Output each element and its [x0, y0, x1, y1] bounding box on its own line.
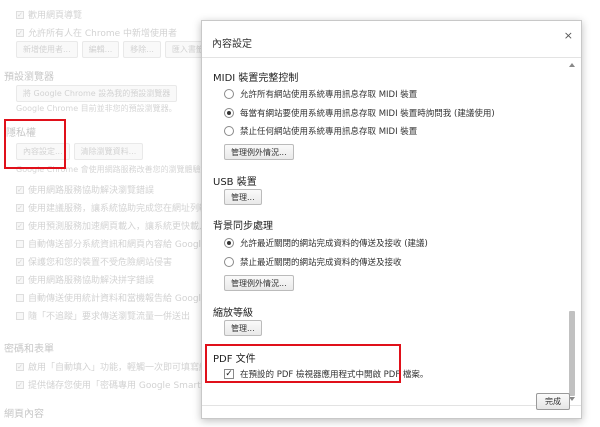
background-sync-option-block[interactable]: 禁止最近關閉的網站完成資料的傳送及接收 — [224, 256, 402, 268]
done-button[interactable]: 完成 — [536, 393, 570, 410]
background-sync-heading: 背景同步處理 — [213, 221, 273, 232]
midi-option-block[interactable]: 禁止任何網站使用系統專用訊息存取 MIDI 裝置 — [224, 125, 417, 137]
background-sync-manage-exceptions-button[interactable]: 管理例外情況... — [224, 275, 294, 291]
radio-button[interactable] — [224, 89, 234, 99]
background-sync-option-allow[interactable]: 允許最近關閉的網站完成資料的傳送及接收 (建議) — [224, 237, 428, 249]
divider — [202, 57, 581, 58]
highlight-box-privacy — [4, 119, 66, 169]
radio-button-selected[interactable] — [224, 238, 234, 248]
midi-option-ask[interactable]: 每當有網站要使用系統專用訊息存取 MIDI 裝置時詢問我 (建議使用) — [224, 107, 495, 119]
zoom-manage-button[interactable]: 管理... — [224, 320, 262, 336]
radio-button[interactable] — [224, 257, 234, 267]
radio-button[interactable] — [224, 126, 234, 136]
midi-manage-exceptions-button[interactable]: 管理例外情況... — [224, 144, 294, 160]
scroll-up-icon[interactable] — [569, 63, 575, 67]
usb-manage-button[interactable]: 管理... — [224, 189, 262, 205]
scrollbar-thumb[interactable] — [569, 311, 575, 396]
dialog-title: 內容設定 — [212, 39, 252, 50]
zoom-heading: 縮放等級 — [213, 308, 253, 319]
radio-button-selected[interactable] — [224, 108, 234, 118]
midi-option-allow[interactable]: 允許所有網站使用系統專用訊息存取 MIDI 裝置 — [224, 88, 417, 100]
close-icon[interactable]: × — [564, 29, 573, 42]
divider — [202, 405, 581, 406]
usb-heading: USB 裝置 — [213, 177, 257, 188]
midi-heading: MIDI 裝置完整控制 — [213, 73, 299, 84]
highlight-box-pdf — [205, 344, 401, 383]
